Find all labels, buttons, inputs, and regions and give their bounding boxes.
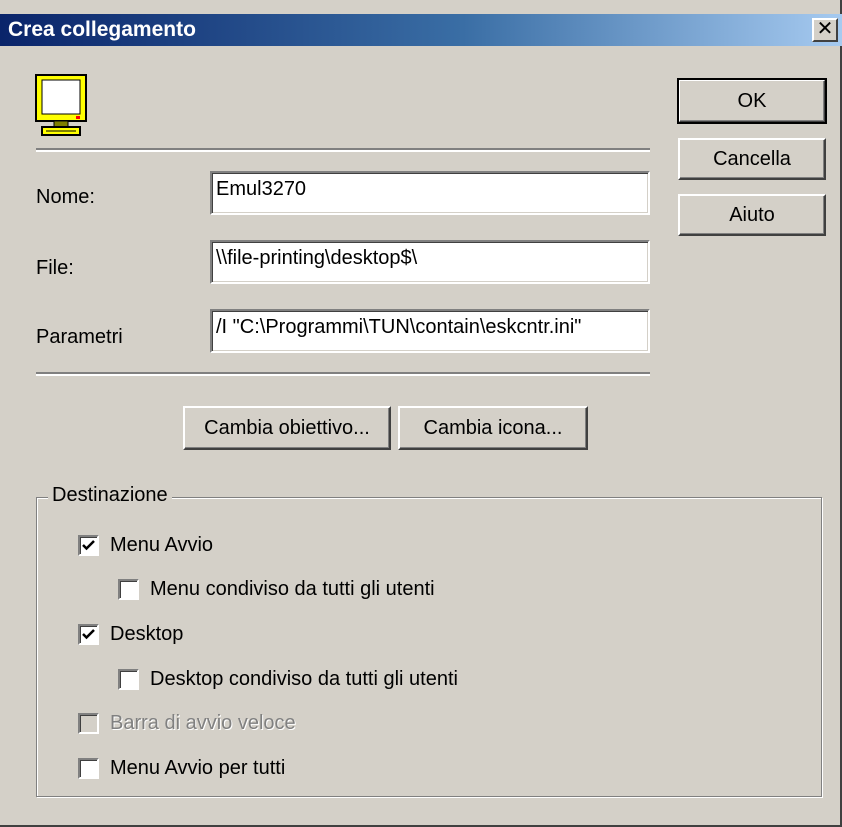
checkbox-label: Desktop condiviso da tutti gli utenti — [150, 668, 458, 690]
checkbox-box — [78, 713, 99, 734]
parameters-field[interactable]: /I "C:\Programmi\TUN\contain\eskcntr.ini… — [210, 309, 650, 353]
file-label: File: — [36, 257, 74, 279]
file-field[interactable]: \\file-printing\desktop$\ — [210, 240, 650, 284]
checkbox-label: Desktop — [110, 623, 184, 645]
checkbox-label: Menu condiviso da tutti gli utenti — [150, 578, 435, 600]
checkbox-label: Barra di avvio veloce — [110, 712, 296, 734]
checkbox-label: Menu Avvio per tutti — [110, 757, 286, 779]
help-button[interactable]: Aiuto — [678, 194, 826, 236]
top-separator — [36, 148, 650, 152]
close-icon: ✕ — [816, 18, 834, 40]
checkbox-box[interactable] — [78, 758, 99, 779]
checkbox-box[interactable] — [78, 624, 99, 645]
checkmark-icon — [82, 540, 95, 551]
close-button[interactable]: ✕ — [812, 18, 838, 42]
ok-button[interactable]: OK — [677, 78, 827, 124]
window-title: Crea collegamento — [8, 18, 196, 41]
parameters-label: Parametri — [36, 326, 123, 348]
checkbox-box[interactable] — [78, 535, 99, 556]
name-field[interactable]: Emul3270 — [210, 171, 650, 215]
monitor-icon — [35, 74, 87, 136]
change-target-button[interactable]: Cambia obiettivo... — [183, 406, 391, 450]
bottom-separator — [36, 372, 650, 376]
checkbox-box[interactable] — [118, 579, 139, 600]
destination-legend: Destinazione — [48, 484, 172, 507]
title-bar[interactable]: Crea collegamento ✕ — [0, 14, 842, 46]
change-icon-button[interactable]: Cambia icona... — [398, 406, 588, 450]
checkbox-box[interactable] — [118, 669, 139, 690]
create-shortcut-dialog: Crea collegamento ✕ Nome: Emul3270 File:… — [0, 0, 842, 827]
name-label: Nome: — [36, 186, 95, 208]
checkbox-label: Menu Avvio — [110, 534, 214, 556]
cancel-button[interactable]: Cancella — [678, 138, 826, 180]
checkmark-icon — [82, 629, 95, 640]
